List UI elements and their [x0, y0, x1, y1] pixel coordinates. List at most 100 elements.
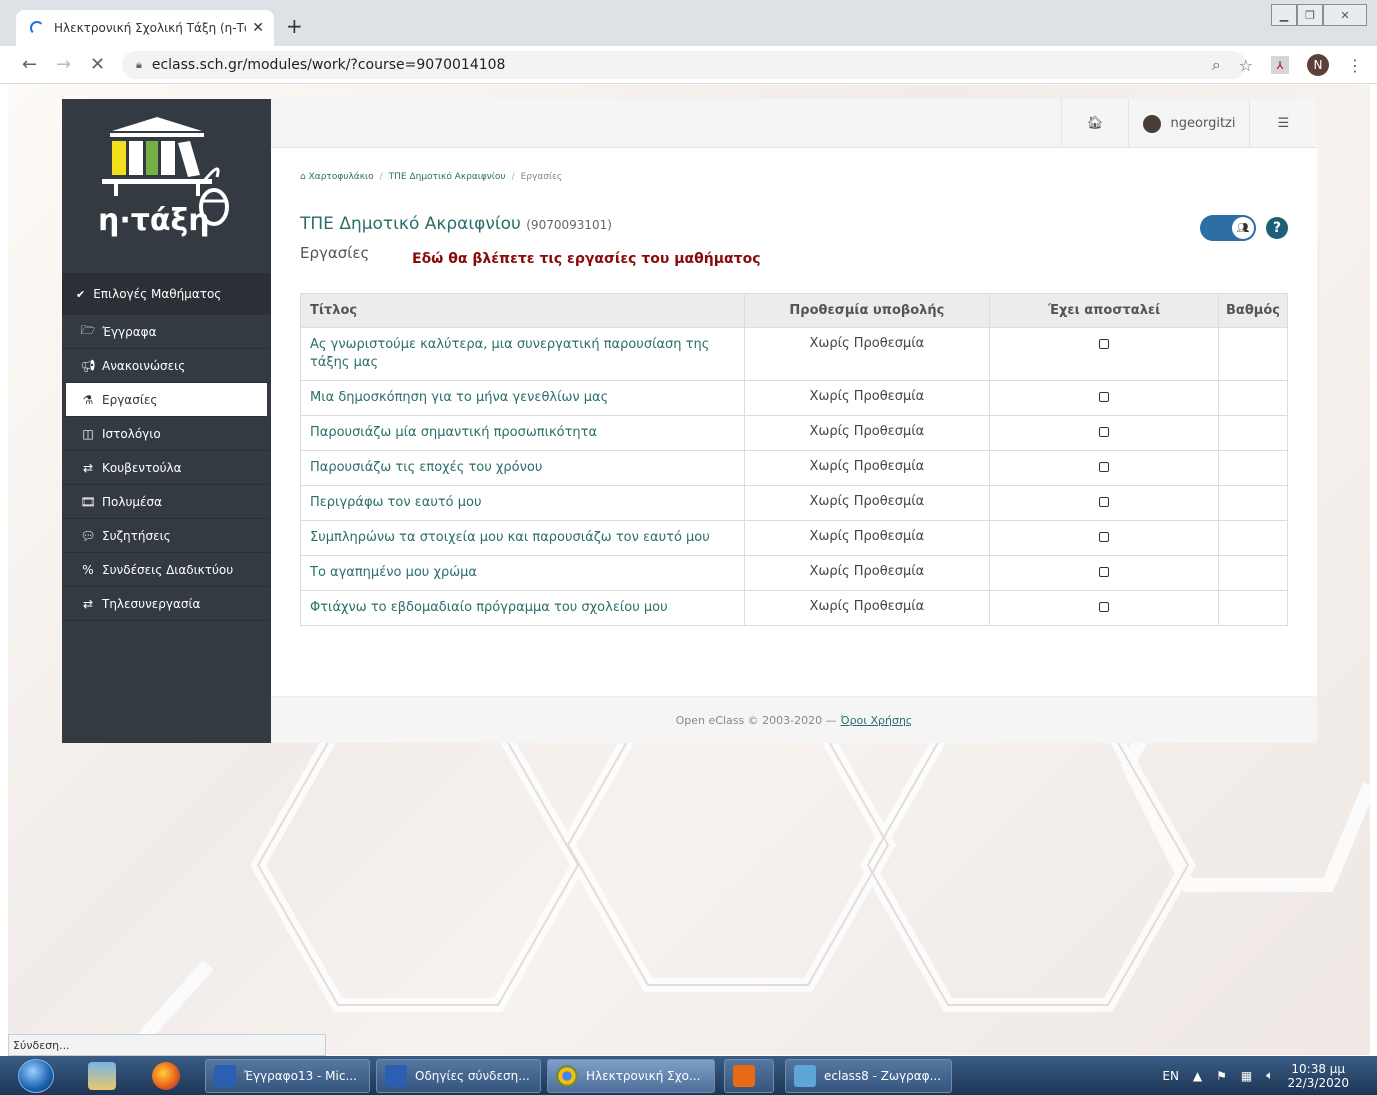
- sidebar-item-documents[interactable]: 🗁︎ Έγγραφα: [62, 315, 271, 349]
- address-bar[interactable]: 🔒︎ eclass.sch.gr/modules/work/?course=90…: [122, 51, 1246, 79]
- sidebar-item-chat[interactable]: ⇄ Κουβεντούλα: [62, 451, 271, 485]
- col-submitted[interactable]: Έχει αποσταλεί: [989, 293, 1219, 328]
- settings-sliders-icon[interactable]: ☰: [1249, 99, 1317, 148]
- main-content: 🏠︎ ngeorgitzi ☰ ⌂ Χαρτοφυλάκιο / ΤΠΕ Δημοτ…: [271, 99, 1317, 743]
- volume-icon[interactable]: 🔈︎: [1266, 1068, 1273, 1083]
- grade-cell: [1218, 415, 1288, 451]
- sidebar-item-assignments[interactable]: ⚗︎ Εργασίες: [66, 383, 267, 417]
- assignment-link[interactable]: Το αγαπημένο μου χρώμα: [300, 555, 745, 591]
- grade-cell: [1218, 380, 1288, 416]
- menu-kebab-icon[interactable]: ⋮: [1347, 56, 1363, 75]
- assignment-link[interactable]: Συμπληρώνω τα στοιχεία μου και παρουσιάζ…: [300, 520, 745, 556]
- firefox-icon[interactable]: [152, 1062, 180, 1090]
- table-row: Ας γνωριστούμε καλύτερα, μια συνεργατική…: [300, 327, 1288, 381]
- help-icon[interactable]: ?: [1266, 217, 1288, 239]
- taskbar-word-document[interactable]: Έγγραφο13 - Mic...: [205, 1059, 370, 1093]
- student-view-toggle[interactable]: 👥︎: [1200, 215, 1256, 241]
- back-arrow-icon[interactable]: ←: [22, 54, 37, 75]
- tab-title: Ηλεκτρονική Σχολική Τάξη (η-Τά: [54, 21, 247, 35]
- sidebar-item-announcements[interactable]: 📢︎ Ανακοινώσεις: [62, 349, 271, 383]
- browser-tab[interactable]: Ηλεκτρονική Σχολική Τάξη (η-Τά ✕: [16, 10, 274, 46]
- assignment-link[interactable]: Ας γνωριστούμε καλύτερα, μια συνεργατική…: [300, 327, 745, 381]
- home-icon[interactable]: 🏠︎: [1061, 99, 1128, 148]
- flask-icon: ⚗︎: [82, 392, 94, 407]
- taskbar-media-app[interactable]: [724, 1059, 774, 1093]
- col-grade[interactable]: Βαθμός: [1218, 293, 1288, 328]
- sidebar-menu: 🗁︎ Έγγραφα 📢︎ Ανακοινώσεις ⚗︎ Εργασίες ◫…: [62, 315, 271, 621]
- taskbar-word-instructions[interactable]: Οδηγίες σύνδεση...: [376, 1059, 541, 1093]
- deadline-cell: Χωρίς Προθεσμία: [743, 327, 991, 381]
- assignment-link[interactable]: Παρουσιάζω τις εποχές του χρόνου: [300, 450, 745, 486]
- assignment-link[interactable]: Φτιάχνω το εβδομαδιαίο πρόγραμμα του σχο…: [300, 590, 745, 626]
- sidebar-item-links[interactable]: % Συνδέσεις Διαδικτύου: [62, 553, 271, 587]
- tray-expand-icon[interactable]: ▲: [1193, 1069, 1202, 1083]
- window-close-icon[interactable]: ✕: [1323, 4, 1367, 26]
- table-row: Περιγράφω τον εαυτό μου Χωρίς Προθεσμία: [300, 485, 1288, 521]
- sidebar-item-label: Συζητήσεις: [102, 528, 171, 543]
- course-name: ΤΠΕ Δημοτικό Ακραιφνίου: [300, 214, 521, 234]
- word-icon: [214, 1065, 236, 1087]
- assignment-link[interactable]: Περιγράφω τον εαυτό μου: [300, 485, 745, 521]
- sidebar-item-teleconference[interactable]: ⇄ Τηλεσυνεργασία: [62, 587, 271, 621]
- action-center-flag-icon[interactable]: ⚑: [1216, 1069, 1227, 1083]
- course-options-label: Επιλογές Μαθήματος: [93, 287, 222, 301]
- tab-close-icon[interactable]: ✕: [252, 20, 264, 36]
- taskbar-paint[interactable]: eclass8 - Ζωγραφ...: [785, 1059, 952, 1093]
- sidebar-item-discussions[interactable]: 💬︎ Συζητήσεις: [62, 519, 271, 553]
- zoom-icon[interactable]: ⌕: [1212, 55, 1221, 75]
- profile-avatar[interactable]: N: [1307, 54, 1329, 76]
- clock[interactable]: 10:38 μμ 22/3/2020: [1287, 1062, 1349, 1090]
- logo-text: η·τάξη: [98, 203, 210, 238]
- user-menu-button[interactable]: ngeorgitzi: [1128, 99, 1249, 148]
- bookmark-star-icon[interactable]: ☆: [1239, 56, 1253, 75]
- submitted-cell: [989, 450, 1219, 486]
- unchecked-box-icon: [1099, 392, 1110, 402]
- megaphone-icon: 📢︎: [80, 358, 96, 373]
- assignment-link[interactable]: Παρουσιάζω μία σημαντική προσωπικότητα: [300, 415, 745, 451]
- deadline-cell: Χωρίς Προθεσμία: [743, 380, 991, 416]
- sidebar-item-label: Ανακοινώσεις: [102, 358, 186, 373]
- pdf-extension-icon[interactable]: ⅄: [1271, 56, 1289, 74]
- sidebar-item-multimedia[interactable]: 🎞︎ Πολυμέσα: [62, 485, 271, 519]
- course-options-header[interactable]: ✔ Επιλογές Μαθήματος: [62, 273, 271, 315]
- breadcrumb-course[interactable]: ΤΠΕ Δημοτικό Ακραιφνίου: [389, 172, 506, 182]
- minimize-icon[interactable]: ▁: [1271, 4, 1297, 26]
- terms-link[interactable]: Όροι Χρήσης: [841, 714, 913, 727]
- section-title: Εργασίες: [300, 244, 370, 262]
- eclass-logo[interactable]: η·τάξη: [62, 99, 271, 273]
- col-title[interactable]: Τίτλος: [300, 293, 745, 328]
- sidebar-item-label: Τηλεσυνεργασία: [102, 596, 201, 611]
- sidebar-item-label: Συνδέσεις Διαδικτύου: [102, 562, 234, 577]
- windows-taskbar: Έγγραφο13 - Mic... Οδηγίες σύνδεση... Ηλ…: [0, 1056, 1377, 1095]
- film-icon: 🎞︎: [80, 494, 96, 509]
- windows-start-button[interactable]: [18, 1059, 54, 1093]
- restore-icon[interactable]: ❐: [1297, 4, 1323, 26]
- users-icon: 👥︎: [1232, 217, 1254, 239]
- assignment-link[interactable]: Μια δημοσκόπηση για το μήνα γενεθλίων μα…: [300, 380, 745, 416]
- taskbar-label: Οδηγίες σύνδεση...: [415, 1069, 530, 1083]
- network-icon[interactable]: ▦: [1241, 1069, 1252, 1083]
- new-tab-button[interactable]: +: [286, 14, 303, 38]
- taskbar-chrome[interactable]: Ηλεκτρονική Σχο...: [547, 1059, 715, 1093]
- language-indicator[interactable]: EN: [1162, 1069, 1179, 1083]
- sidebar-item-blog[interactable]: ◫ Ιστολόγιο: [62, 417, 271, 451]
- stop-loading-icon[interactable]: ✕: [90, 54, 105, 75]
- grade-cell: [1218, 590, 1288, 626]
- page-viewport: η·τάξη ✔ Επιλογές Μαθήματος 🗁︎ Έγγραφα 📢…: [8, 85, 1370, 1055]
- course-code: (9070093101): [526, 218, 612, 232]
- user-avatar: [1142, 114, 1161, 133]
- word-icon: [385, 1065, 407, 1087]
- taskbar-label: Έγγραφο13 - Mic...: [244, 1069, 357, 1083]
- system-tray: EN ▲ ⚑ ▦ 🔈︎ 10:38 μμ 22/3/2020: [1162, 1056, 1349, 1095]
- deadline-cell: Χωρίς Προθεσμία: [743, 450, 991, 486]
- col-deadline[interactable]: Προθεσμία υποβολής: [743, 293, 991, 328]
- comments-icon: 💬︎: [80, 528, 96, 543]
- unchecked-box-icon: [1099, 532, 1110, 542]
- breadcrumb-home[interactable]: ⌂ Χαρτοφυλάκιο: [300, 172, 374, 182]
- loading-spinner-icon: [30, 21, 44, 35]
- sidebar-item-label: Πολυμέσα: [102, 494, 163, 509]
- taskbar-label: eclass8 - Ζωγραφ...: [824, 1069, 942, 1083]
- file-explorer-icon[interactable]: [88, 1062, 116, 1090]
- forward-arrow-icon[interactable]: →: [56, 54, 71, 75]
- blog-icon: ◫: [82, 426, 94, 441]
